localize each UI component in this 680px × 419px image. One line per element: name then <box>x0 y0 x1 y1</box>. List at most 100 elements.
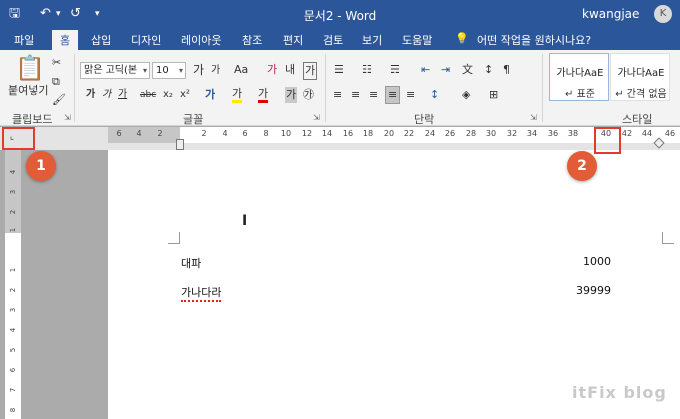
tab-mailings[interactable]: 편지 <box>283 32 303 48</box>
tab-file[interactable]: 파일 <box>14 32 34 48</box>
show-marks-icon[interactable]: ¶ <box>503 62 510 78</box>
row-value[interactable]: 1000 <box>548 255 611 268</box>
phonetic-guide-icon[interactable]: 내 <box>285 62 295 78</box>
tab-help[interactable]: 도움말 <box>402 32 432 48</box>
justify-icon[interactable]: ≡ <box>385 86 401 104</box>
ruler-bar: 6 4 2 2 4 6 8 10 12 14 16 18 20 22 24 26… <box>0 127 680 150</box>
clipboard-launcher-icon[interactable]: ⇲ <box>64 113 71 122</box>
style-normal[interactable]: 가나다AaE ↵ 표준 <box>549 53 609 101</box>
ruler-tick: 24 <box>424 129 436 138</box>
cut-icon[interactable]: ✂ <box>52 55 61 71</box>
align-right-icon[interactable]: ≡ <box>369 87 378 103</box>
tab-home[interactable]: 홈 <box>52 30 79 50</box>
bold-button[interactable]: 가 <box>86 87 95 103</box>
ruler-tick: 16 <box>342 129 354 138</box>
tab-insert[interactable]: 삽입 <box>91 32 111 48</box>
bullets-icon[interactable]: ☰ <box>334 62 344 78</box>
ibeam-cursor-icon: I <box>242 213 248 229</box>
enclose-characters-icon[interactable]: ㉮ <box>303 87 314 103</box>
multilevel-list-icon[interactable]: ☴ <box>390 62 400 78</box>
chevron-down-icon[interactable]: ▾ <box>179 63 183 78</box>
ruler-tick: 14 <box>321 129 333 138</box>
ruler-tick: 10 <box>280 129 292 138</box>
change-case-icon[interactable]: Aa <box>234 62 248 78</box>
character-border-icon[interactable]: 가 <box>303 62 318 80</box>
row-label[interactable]: 가나다라 <box>181 284 222 302</box>
tab-review[interactable]: 검토 <box>323 32 343 48</box>
style-sample: 가나다AaE <box>556 68 604 79</box>
ruler-tick: 2 <box>9 209 17 215</box>
ruler-tick: 38 <box>567 129 579 138</box>
row-value[interactable]: 39999 <box>548 284 611 297</box>
highlight-color-icon[interactable]: 가 <box>232 87 243 103</box>
character-shading-icon[interactable]: 가 <box>285 87 298 103</box>
superscript-button[interactable]: x² <box>180 87 190 103</box>
tab-design[interactable]: 디자인 <box>131 32 161 48</box>
decrease-indent-icon[interactable]: ⇤ <box>421 62 430 78</box>
ruler-tick: 30 <box>485 129 497 138</box>
increase-indent-icon[interactable]: ⇥ <box>441 62 450 78</box>
distributed-icon[interactable]: ≡ <box>406 87 415 103</box>
ruler-tick: 7 <box>9 387 17 393</box>
group-divider <box>325 54 326 122</box>
font-name-combo[interactable]: 맑은 고딕(본 ▾ <box>80 62 150 79</box>
copy-icon[interactable]: ⧉ <box>52 74 60 90</box>
text-effects-icon[interactable]: 가 <box>205 87 215 103</box>
font-size-combo[interactable]: 10 ▾ <box>152 62 186 79</box>
annotation-badge: 1 <box>26 151 56 181</box>
ruler-tick: 1 <box>9 267 17 273</box>
ruler-tick: 4 <box>222 129 228 138</box>
clear-formatting-icon[interactable]: 가 <box>267 62 277 78</box>
ruler-tick: 20 <box>383 129 395 138</box>
subscript-button[interactable]: x₂ <box>163 87 173 103</box>
annotation-highlight-box <box>594 127 621 154</box>
avatar[interactable]: K <box>654 5 672 23</box>
ruler-tick: 6 <box>116 129 122 138</box>
align-left-icon[interactable]: ≡ <box>333 87 342 103</box>
strikethrough-button[interactable]: abc <box>140 87 156 103</box>
font-color-icon[interactable]: 가 <box>258 87 269 103</box>
numbering-icon[interactable]: ☷ <box>362 62 372 78</box>
align-center-icon[interactable]: ≡ <box>351 87 360 103</box>
ruler-tick: 6 <box>242 129 248 138</box>
chevron-down-icon[interactable]: ▾ <box>143 63 147 78</box>
ruler-tick: 28 <box>465 129 477 138</box>
italic-button[interactable]: 가 <box>102 87 111 103</box>
style-no-spacing[interactable]: 가나다AaE ↵ 간격 없음 <box>610 53 670 101</box>
margin-corner-mark <box>168 232 180 244</box>
title-bar: 🖫 ↶ ▾ ↺ ▾ 문서2 - Word kwangjae K <box>0 0 680 28</box>
tab-layout[interactable]: 레이아웃 <box>181 32 221 48</box>
shading-icon[interactable]: ◈ <box>462 87 470 103</box>
ruler-tick: 34 <box>526 129 538 138</box>
grow-font-icon[interactable]: 가 <box>193 62 204 78</box>
paragraph-launcher-icon[interactable]: ⇲ <box>530 113 537 122</box>
annotation-highlight-box <box>2 127 35 150</box>
tab-references[interactable]: 참조 <box>242 32 262 48</box>
tab-view[interactable]: 보기 <box>362 32 382 48</box>
document-page[interactable]: 대파 1000 가나다라 39999 <box>108 150 680 419</box>
format-painter-icon[interactable]: 🖌 <box>52 92 66 108</box>
shrink-font-icon[interactable]: 가 <box>211 63 220 79</box>
ruler-tick: 6 <box>9 367 17 373</box>
tell-me-search[interactable]: 어떤 작업을 원하시나요? <box>477 32 591 48</box>
ruler-tick: 4 <box>9 327 17 333</box>
ruler-tick: 12 <box>301 129 313 138</box>
ruler-tick: 5 <box>9 347 17 353</box>
left-indent-marker[interactable] <box>176 139 184 150</box>
styles-group-label: 스타일 <box>622 113 653 126</box>
row-label[interactable]: 대파 <box>181 255 201 271</box>
ruler-tick: 3 <box>9 189 17 195</box>
line-spacing-icon[interactable]: ↕ <box>430 87 439 103</box>
ruler-tick: 36 <box>547 129 559 138</box>
username[interactable]: kwangjae <box>582 7 639 21</box>
sort-icon[interactable]: ↕ <box>484 62 493 78</box>
vertical-ruler[interactable]: 4 3 2 1 1 2 3 4 5 6 7 8 <box>5 150 21 419</box>
underline-button[interactable]: 가 <box>118 87 127 103</box>
asian-layout-icon[interactable]: 文 <box>462 62 473 78</box>
paste-icon[interactable]: 📋 <box>15 54 45 82</box>
font-group-label: 글꼴 <box>183 113 204 126</box>
paste-button[interactable]: 붙여넣기 <box>8 83 48 99</box>
font-launcher-icon[interactable]: ⇲ <box>313 113 320 122</box>
ruler-tick: 1 <box>9 227 17 233</box>
borders-icon[interactable]: ⊞ <box>489 87 498 103</box>
